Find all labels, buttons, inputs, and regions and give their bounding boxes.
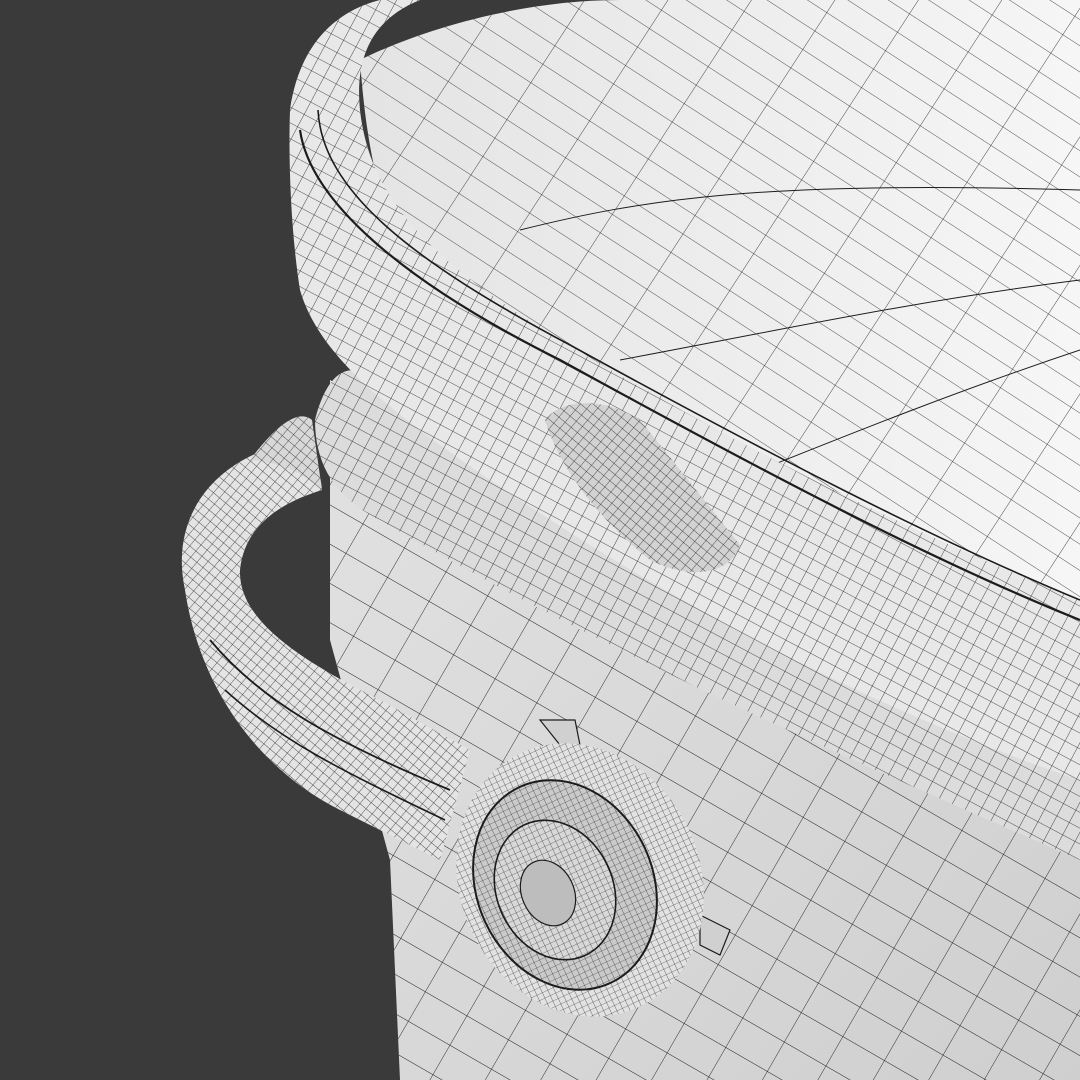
wireframe-render [0, 0, 1080, 1080]
